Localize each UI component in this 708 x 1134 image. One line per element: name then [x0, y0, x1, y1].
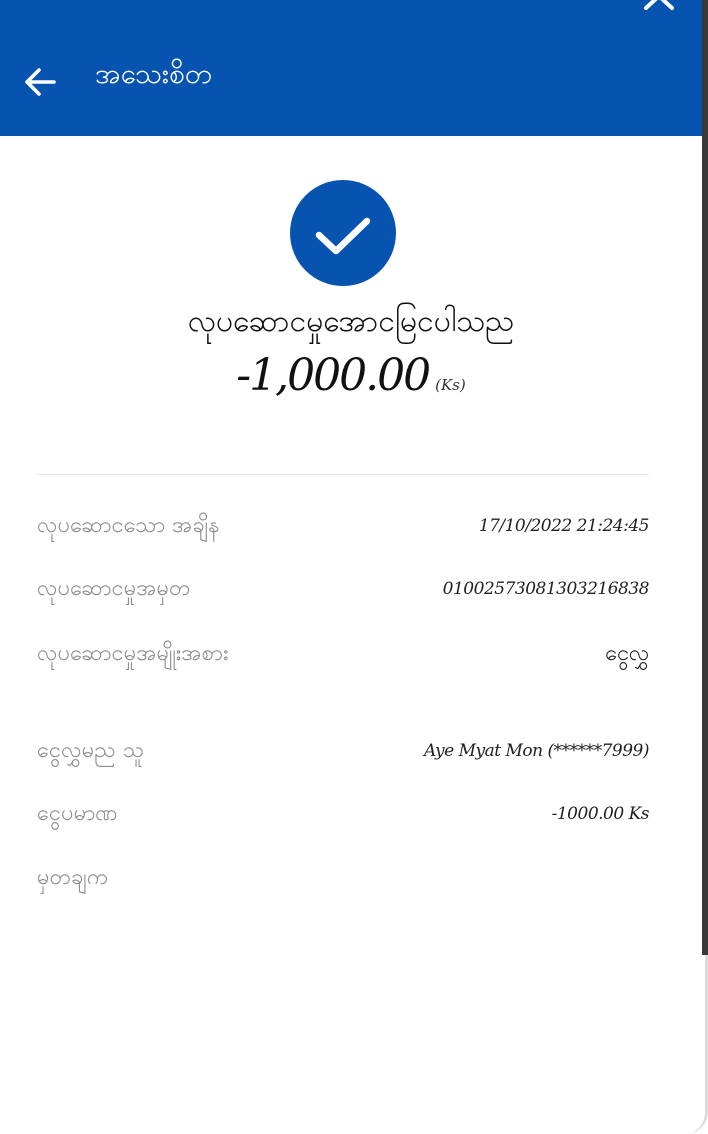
- success-badge: [290, 180, 396, 286]
- detail-value: ငွေလွှ: [605, 641, 649, 666]
- detail-value: 17/10/2022 21:24:45: [478, 516, 650, 536]
- amount-value: -1,000.00: [236, 350, 431, 401]
- amount-display: -1,000.00 (Ks): [0, 350, 702, 401]
- close-button[interactable]: [640, 0, 680, 16]
- back-button[interactable]: [20, 62, 60, 102]
- status-message: လုပဆောငမှုအောငမြငပါသည: [187, 304, 515, 339]
- arrow-left-icon: [25, 68, 56, 96]
- detail-value: Aye Myat Mon (******7999): [423, 741, 650, 761]
- divider: [37, 474, 649, 475]
- amount-unit: (Ks): [435, 376, 466, 394]
- detail-label: လုပဆောငမှုအမျိုးအစား: [37, 641, 229, 666]
- transaction-detail-screen: အသေးစိတ လုပဆောငမှုအောငမြငပါသည -1,000.00(…: [0, 0, 708, 1134]
- page-title: အသေးစိတ: [95, 57, 213, 90]
- detail-label: လုပဆောငမှုအမှတ: [37, 576, 191, 601]
- close-icon: [644, 0, 674, 10]
- detail-value: 01002573081303216838: [442, 579, 650, 599]
- detail-label: လုပဆောငသော အချိန: [37, 513, 220, 538]
- detail-label: ငွေပမာဏ: [37, 801, 118, 826]
- detail-label: မှတချက: [37, 865, 109, 890]
- app-header: အသေးစိတ: [0, 0, 702, 136]
- screen-edge: [702, 0, 708, 955]
- detail-label: ငွေလွှမည သူ: [37, 738, 144, 763]
- detail-value: -1000.00 Ks: [551, 804, 650, 824]
- screen-corner: [686, 955, 708, 1134]
- check-icon: [315, 217, 371, 255]
